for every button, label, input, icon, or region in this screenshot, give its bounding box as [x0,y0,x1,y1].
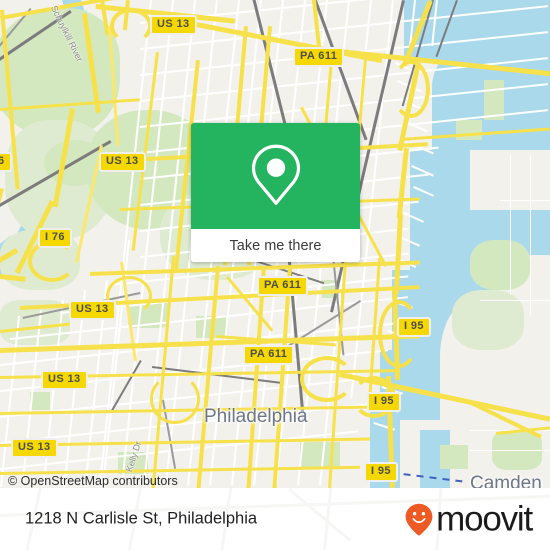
footer-bar: 1218 N Carlisle St, Philadelphia moovit [0,488,550,550]
map-page: Schuylkill River Kelly Dr 6 US 13 PA 611… [0,0,550,550]
map-attribution[interactable]: © OpenStreetMap contributors [8,474,178,488]
address-text: 1218 N Carlisle St, Philadelphia [25,509,258,528]
moovit-logo[interactable]: moovit [404,499,533,539]
take-me-there-label: Take me there [229,237,322,254]
moovit-wordmark: moovit [436,499,533,539]
take-me-there-button[interactable]: Take me there [191,229,360,262]
location-card[interactable]: Take me there [191,123,360,262]
moovit-pin-smiley-icon [405,503,433,535]
map-pin-icon [251,144,300,205]
place-label-philadelphia: Philadelphia [204,406,308,427]
place-label-camden: Camden [470,473,542,488]
card-marker-area [191,123,360,229]
